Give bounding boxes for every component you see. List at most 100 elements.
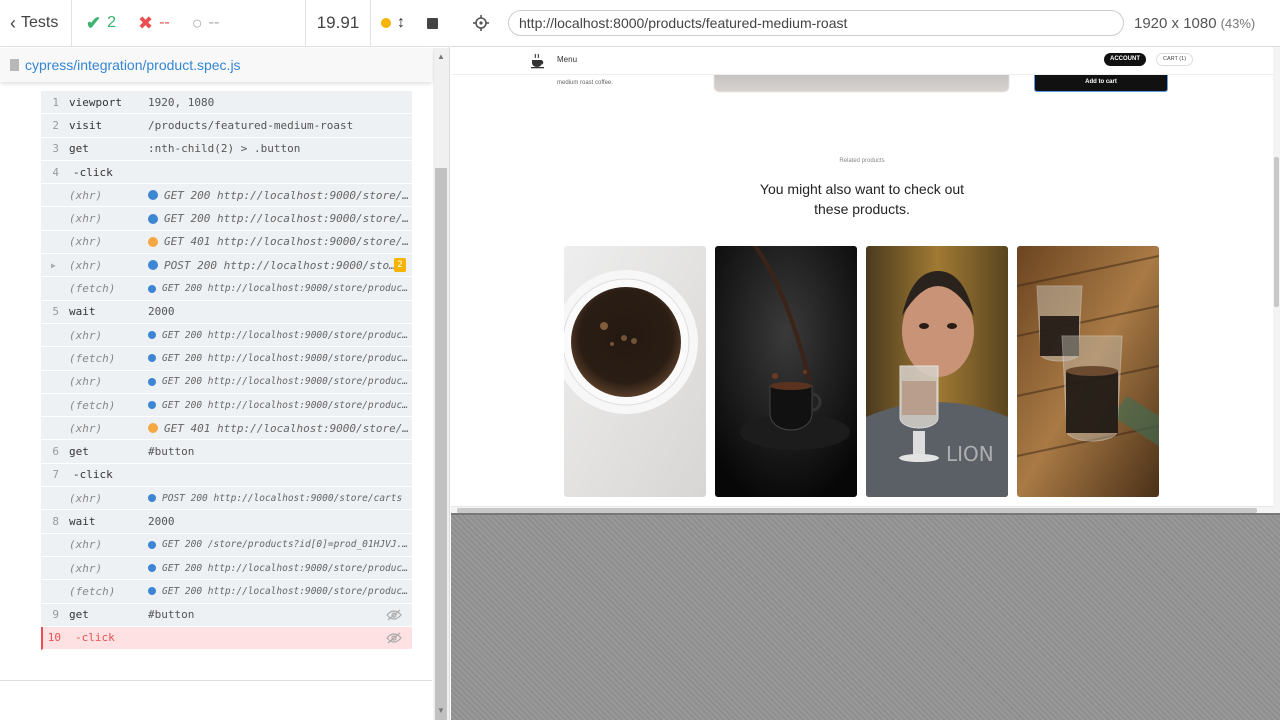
product-card[interactable]: LION bbox=[866, 246, 1008, 497]
stop-button[interactable] bbox=[415, 0, 450, 46]
command-name: get bbox=[69, 445, 89, 459]
command-log-row[interactable]: 5 wait 2000 bbox=[41, 301, 412, 324]
url-bar[interactable]: http://localhost:8000/products/featured-… bbox=[508, 10, 1124, 36]
account-button[interactable]: ACCOUNT bbox=[1104, 53, 1146, 66]
reporter-scrollbar[interactable]: ▲ ▼ bbox=[433, 48, 449, 720]
pending-stat[interactable]: ○ -- bbox=[192, 13, 220, 34]
selector-playground-button[interactable] bbox=[467, 15, 495, 31]
command-name: -click bbox=[73, 165, 113, 179]
aut-horizontal-scrollbar[interactable] bbox=[451, 506, 1273, 513]
command-number: 9 bbox=[52, 608, 59, 622]
menu-link[interactable]: Menu bbox=[557, 55, 577, 64]
command-message: GET 401 http://localhost:9000/store/auth bbox=[148, 235, 412, 248]
reporter-header: ‹ Tests ✔ 2 ✖ -- ○ -- 19.91 ↕ bbox=[0, 0, 450, 47]
command-log-row[interactable]: 4 -click bbox=[41, 161, 412, 185]
command-log-request-row[interactable]: (xhr) GET 200 http://localhost:9000/store… bbox=[41, 557, 412, 581]
command-message-text: GET 200 http://localhost:9000/store/prod… bbox=[164, 188, 412, 202]
command-log-row[interactable]: 9 get #button bbox=[41, 604, 412, 627]
scrollbar-thumb[interactable] bbox=[1274, 157, 1279, 307]
command-log-request-row[interactable]: (xhr) GET 200 http://localhost:9000/store… bbox=[41, 184, 412, 208]
command-message-text: GET 200 http://localhost:9000/store/prod… bbox=[164, 212, 412, 226]
chevron-left-icon: ‹ bbox=[10, 12, 16, 33]
aut-viewport-background bbox=[451, 513, 1280, 720]
command-message: GET 200 http://localhost:9000/store/prod… bbox=[148, 189, 412, 202]
command-name: visit bbox=[69, 118, 103, 132]
command-message: :nth-child(2) > .button bbox=[148, 142, 412, 155]
command-log-request-row[interactable]: (fetch) GET 200 http://localhost:9000/sto… bbox=[41, 277, 412, 301]
command-log-request-row[interactable]: (xhr) GET 401 http://localhost:9000/store… bbox=[41, 417, 412, 441]
command-message-text: 1920, 1080 bbox=[148, 95, 215, 109]
command-name: -click bbox=[73, 468, 113, 482]
store-logo-icon[interactable] bbox=[529, 52, 547, 75]
spec-file-bar: cypress/integration/product.spec.js bbox=[0, 48, 432, 82]
command-name: (xhr) bbox=[69, 212, 103, 226]
coffee-cup-image bbox=[564, 246, 706, 497]
command-message-text: GET 200 http://localhost:9000/store/prod… bbox=[162, 562, 412, 574]
command-name: (xhr) bbox=[69, 561, 103, 575]
command-log-row[interactable]: 2 visit/products/featured-medium-roast bbox=[41, 114, 412, 138]
command-message-text: GET 200 http://localhost:9000/store/prod… bbox=[162, 283, 412, 295]
command-message: /products/featured-medium-roast bbox=[148, 119, 412, 132]
scroll-down-icon[interactable]: ▼ bbox=[437, 706, 445, 715]
command-log-request-row[interactable]: (fetch) GET 200 http://localhost:9000/sto… bbox=[41, 347, 412, 371]
product-card[interactable] bbox=[715, 246, 857, 497]
viewport-info[interactable]: 1920 x 1080 (43%) bbox=[1134, 15, 1255, 32]
status-dot-icon bbox=[148, 377, 156, 386]
command-name: (fetch) bbox=[69, 282, 116, 296]
passed-stat[interactable]: ✔ 2 bbox=[86, 13, 116, 34]
command-log[interactable]: 1 viewport 1920, 1080 2 visit/products/featu… bbox=[0, 82, 432, 682]
command-log-request-row[interactable]: (xhr) POST 200 http://localhost:9000/stor… bbox=[41, 254, 412, 278]
status-dot-icon bbox=[148, 401, 156, 409]
command-log-request-row[interactable]: (xhr) GET 401 http://localhost:9000/store… bbox=[41, 231, 412, 255]
command-message-text: :nth-child(2) > .button bbox=[148, 142, 301, 156]
command-name: (fetch) bbox=[69, 398, 116, 412]
command-log-row[interactable]: 7 -click bbox=[41, 464, 412, 488]
failed-stat[interactable]: ✖ -- bbox=[138, 13, 170, 34]
coffee-glasses-image bbox=[1017, 246, 1159, 497]
command-name: (fetch) bbox=[69, 351, 116, 365]
command-log-request-row[interactable]: (xhr) GET 200 http://localhost:9000/store… bbox=[41, 324, 412, 348]
scrollbar-thumb[interactable] bbox=[435, 168, 447, 720]
command-log-row[interactable]: 6 get #button bbox=[41, 440, 412, 464]
eye-slash-icon bbox=[386, 632, 402, 644]
aut-vertical-scrollbar[interactable] bbox=[1273, 47, 1280, 513]
command-message: #button bbox=[148, 608, 412, 621]
command-message-text: GET 200 http://localhost:9000/store/prod… bbox=[162, 329, 412, 341]
command-log-row[interactable]: 1 viewport 1920, 1080 bbox=[41, 91, 412, 115]
command-log-row[interactable]: 3 get:nth-child(2) > .button bbox=[41, 138, 412, 161]
store-nav: Menu ACCOUNT CART (1) bbox=[451, 47, 1273, 75]
command-message-text: POST 200 http://localhost:9000/store/car… bbox=[164, 258, 398, 272]
command-name: wait bbox=[69, 305, 96, 319]
command-name: (xhr) bbox=[69, 491, 103, 505]
product-card[interactable] bbox=[1017, 246, 1159, 497]
related-products-label: Related products bbox=[839, 158, 885, 164]
command-message-text: GET 200 /store/products?id[0]=prod_01HJV… bbox=[162, 539, 412, 551]
command-log-row[interactable]: 8 wait 2000 bbox=[41, 510, 412, 534]
spec-file-link[interactable]: cypress/integration/product.spec.js bbox=[25, 57, 241, 73]
command-message: GET 401 http://localhost:9000/store/auth bbox=[148, 422, 412, 435]
status-dot-icon bbox=[148, 423, 158, 434]
command-log-request-row[interactable]: (xhr) GET 200 http://localhost:9000/store… bbox=[41, 371, 412, 394]
running-indicator-icon bbox=[381, 18, 391, 28]
command-message-text: /products/featured-medium-roast bbox=[148, 118, 354, 132]
command-log-request-row[interactable]: (xhr) GET 200 http://localhost:9000/store… bbox=[41, 207, 412, 231]
url-text: http://localhost:8000/products/featured-… bbox=[519, 15, 848, 31]
pending-count: -- bbox=[208, 14, 220, 31]
product-card[interactable] bbox=[564, 246, 706, 497]
add-to-cart-button[interactable]: Add to cart bbox=[1035, 73, 1167, 91]
scroll-up-icon[interactable]: ▲ bbox=[437, 52, 445, 61]
command-log-request-row[interactable]: (xhr) GET 200 /store/products?id[0]=prod_… bbox=[41, 534, 412, 557]
tests-back-button[interactable]: ‹ Tests bbox=[0, 0, 72, 46]
command-log-request-row[interactable]: (fetch) GET 200 http://localhost:9000/sto… bbox=[41, 394, 412, 418]
man-drinking-coffee-image: LION bbox=[866, 246, 1008, 497]
command-log-row[interactable]: 10 -click bbox=[41, 626, 412, 651]
command-message: GET 200 http://localhost:9000/store/prod… bbox=[148, 376, 412, 387]
cart-button[interactable]: CART (1) bbox=[1156, 53, 1194, 66]
aut-iframe[interactable]: exemplified by the bold, full-bodied fla… bbox=[451, 47, 1280, 513]
viewport-size: 1920 x 1080 bbox=[1134, 14, 1217, 32]
command-message-text: GET 401 http://localhost:9000/store/auth bbox=[164, 235, 412, 249]
command-log-request-row[interactable]: (xhr) POST 200 http://localhost:9000/stor… bbox=[41, 487, 412, 511]
command-log-request-row[interactable]: (fetch) GET 200 http://localhost:9000/sto… bbox=[41, 580, 412, 604]
expand-caret-icon[interactable]: ▶ bbox=[51, 261, 56, 270]
autoscroll-toggle[interactable]: ↕ bbox=[371, 0, 415, 46]
